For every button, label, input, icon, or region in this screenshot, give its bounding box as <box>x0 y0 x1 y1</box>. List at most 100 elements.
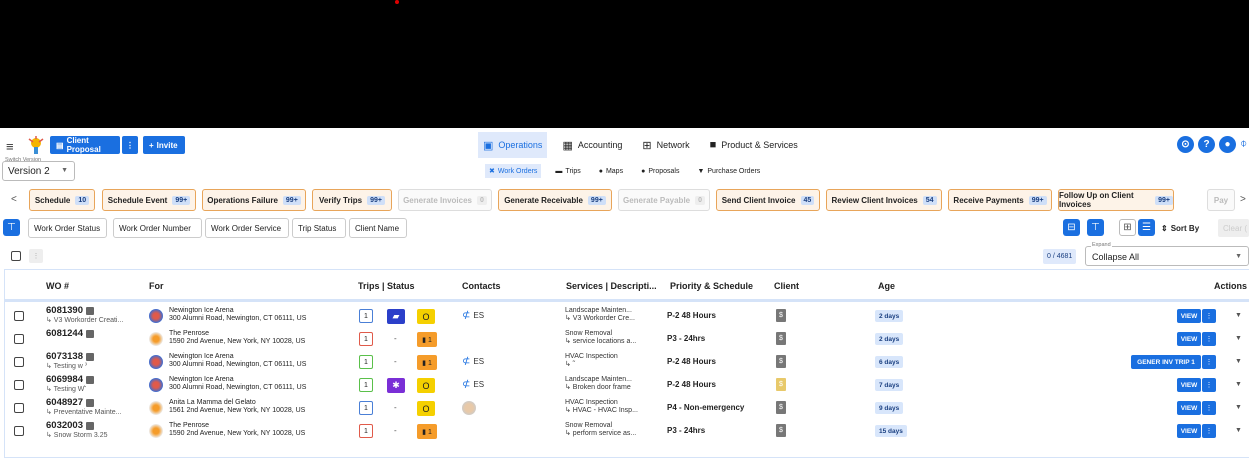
row-more-button[interactable]: ⋮ <box>1202 401 1216 415</box>
download-icon[interactable] <box>85 329 94 338</box>
client-invoice-icon[interactable]: $ <box>776 378 786 391</box>
col-priority[interactable]: Priority & Schedule <box>670 281 753 291</box>
chevron-down-icon[interactable]: ▼ <box>1235 427 1242 434</box>
menu-icon[interactable]: ≡ <box>6 139 14 154</box>
client-invoice-icon[interactable]: $ <box>776 332 786 345</box>
chevron-down-icon[interactable]: ▼ <box>1235 335 1242 342</box>
sort-by-button[interactable]: ⇕ Sort By <box>1161 219 1199 237</box>
trip-count-badge[interactable]: 1 <box>359 378 373 392</box>
filter-icon[interactable]: ⊤ <box>3 219 20 236</box>
chevron-down-icon[interactable]: ▼ <box>1235 312 1242 319</box>
grid-view-icon[interactable]: ⊞ <box>1119 219 1136 236</box>
version-select[interactable]: Version 2 ▼ <box>2 161 75 181</box>
list-view-icon[interactable]: ☰ <box>1138 219 1155 236</box>
trip-count-badge[interactable]: 1 <box>359 332 373 346</box>
view-button[interactable]: VIEW <box>1177 309 1201 323</box>
chevron-down-icon[interactable]: ▼ <box>1235 381 1242 388</box>
filter-settings-icon[interactable]: ⊤ <box>1087 219 1104 236</box>
row-checkbox[interactable] <box>14 403 24 413</box>
chevron-right-icon[interactable]: > <box>1240 194 1246 205</box>
wo-number[interactable]: 6081244 <box>46 328 83 339</box>
select-all-checkbox[interactable] <box>11 251 21 261</box>
contact-avatar[interactable] <box>462 401 476 415</box>
col-age[interactable]: Age <box>878 281 895 291</box>
trip-count-badge[interactable]: 1 <box>359 401 373 415</box>
help-icon[interactable]: ? <box>1198 136 1215 153</box>
table-row[interactable]: 6081244 The Penrose 1590 2nd Avenue, New Y… <box>5 328 1249 351</box>
view-button[interactable]: VIEW <box>1177 378 1201 392</box>
subnav-item-4[interactable]: ▼ Purchase Orders <box>693 165 764 178</box>
columns-icon[interactable]: ⊟ <box>1063 219 1080 236</box>
download-icon[interactable] <box>85 421 94 430</box>
col-for[interactable]: For <box>149 281 164 291</box>
chip-7[interactable]: Send Client Invoice 45 <box>716 189 820 211</box>
chip-0[interactable]: Schedule 10 <box>29 189 95 211</box>
download-icon[interactable] <box>85 352 94 361</box>
nav-item-2[interactable]: ⊞ Network <box>637 132 694 158</box>
chip-8[interactable]: Review Client Invoices 54 <box>826 189 942 211</box>
chip-3[interactable]: Verify Trips 99+ <box>312 189 392 211</box>
row-checkbox[interactable] <box>14 426 24 436</box>
wo-number[interactable]: 6032003 <box>46 420 83 431</box>
row-more-button[interactable]: ⋮ <box>1202 309 1216 323</box>
wo-number[interactable]: 6069984 <box>46 374 83 385</box>
row-checkbox[interactable] <box>14 380 24 390</box>
chevron-down-icon[interactable]: ▼ <box>1235 404 1242 411</box>
client-invoice-icon[interactable]: $ <box>776 309 786 322</box>
trip-count-badge[interactable]: 1 <box>359 355 373 369</box>
nav-item-1[interactable]: ▦ Accounting <box>557 132 627 158</box>
view-button[interactable]: VIEW <box>1177 424 1201 438</box>
filter-chip-2[interactable]: Work Order Service <box>205 218 289 238</box>
chip-10[interactable]: Follow Up on Client Invoices 99+ <box>1058 189 1174 211</box>
chat-icon[interactable]: ● <box>1219 136 1236 153</box>
user-icon[interactable]: ⌽ <box>1240 136 1247 151</box>
bulk-more-button[interactable]: ⋮ <box>29 249 43 263</box>
download-icon[interactable] <box>85 306 94 315</box>
contact-badge[interactable]: ⊄ ES <box>462 310 484 321</box>
subnav-item-1[interactable]: ▬ Trips <box>551 165 584 178</box>
col-client[interactable]: Client <box>774 281 799 291</box>
row-more-button[interactable]: ⋮ <box>1202 332 1216 346</box>
trip-count-badge[interactable]: 1 <box>359 424 373 438</box>
chip-9[interactable]: Receive Payments 99+ <box>948 189 1052 211</box>
clear-button[interactable]: Clear ( <box>1218 219 1249 237</box>
download-icon[interactable] <box>85 398 94 407</box>
invite-button[interactable]: + Invite <box>143 136 185 154</box>
nav-item-3[interactable]: ■ Product & Services <box>705 132 803 158</box>
client-invoice-icon[interactable]: $ <box>776 401 786 414</box>
subnav-item-2[interactable]: ● Maps <box>595 165 627 178</box>
chip-2[interactable]: Operations Failure 99+ <box>202 189 306 211</box>
view-button[interactable]: VIEW <box>1177 401 1201 415</box>
generate-invoice-trip-button[interactable]: GENER INV TRIP 1 <box>1131 355 1201 369</box>
col-wo[interactable]: WO # <box>46 281 69 291</box>
client-proposal-button[interactable]: ▤ Client Proposal <box>50 136 120 154</box>
row-checkbox[interactable] <box>14 311 24 321</box>
subnav-item-3[interactable]: ● Proposals <box>637 165 683 178</box>
contact-badge[interactable]: ⊄ ES <box>462 379 484 390</box>
wo-number[interactable]: 6048927 <box>46 397 83 408</box>
chevron-left-icon[interactable]: < <box>11 194 17 205</box>
client-proposal-more-button[interactable]: ⋮ <box>122 136 138 154</box>
contact-badge[interactable]: ⊄ ES <box>462 356 484 367</box>
trip-count-badge[interactable]: 1 <box>359 309 373 323</box>
table-row[interactable]: 6069984 ↳ Testing W˞ Newington Ice Arena 30… <box>5 374 1249 397</box>
chevron-down-icon[interactable]: ▼ <box>1235 358 1242 365</box>
filter-chip-1[interactable]: Work Order Number <box>113 218 202 238</box>
view-button[interactable]: VIEW <box>1177 332 1201 346</box>
expand-select[interactable]: Expand Collapse All ▼ <box>1085 242 1249 266</box>
settings-icon[interactable]: ⊙ <box>1177 136 1194 153</box>
client-invoice-icon[interactable]: $ <box>776 424 786 437</box>
subnav-item-0[interactable]: ✖ Work Orders <box>485 164 542 178</box>
chip-5[interactable]: Generate Receivable 99+ <box>498 189 612 211</box>
row-more-button[interactable]: ⋮ <box>1202 424 1216 438</box>
table-row[interactable]: 6081390 ↳ V3 Workorder Creati... Newington… <box>5 305 1249 328</box>
client-invoice-icon[interactable]: $ <box>776 355 786 368</box>
wo-number[interactable]: 6073138 <box>46 351 83 362</box>
col-services[interactable]: Services | Descripti... <box>566 281 657 291</box>
table-row[interactable]: 6048927 ↳ Preventative Mainte... Anita La … <box>5 397 1249 420</box>
table-row[interactable]: 6073138 ↳ Testing w ˀ Newington Ice Arena 3… <box>5 351 1249 374</box>
download-icon[interactable] <box>85 375 94 384</box>
table-row[interactable]: 6032003 ↳ Snow Storm 3.25 The Penrose 1590 … <box>5 420 1249 443</box>
filter-chip-4[interactable]: Client Name <box>349 218 407 238</box>
wo-number[interactable]: 6081390 <box>46 305 83 316</box>
